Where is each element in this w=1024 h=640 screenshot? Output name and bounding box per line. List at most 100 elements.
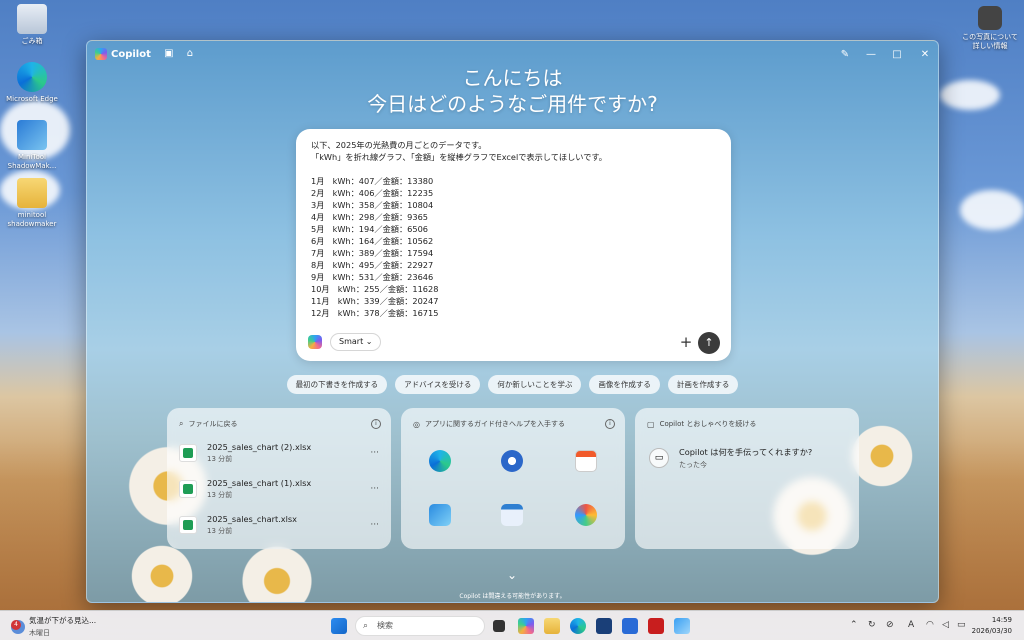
greeting-title: こんにちは	[462, 66, 563, 90]
card-title: Copilot とおしゃべりを続ける	[659, 420, 757, 428]
photo-info-line2: 詳しい情報	[972, 42, 1008, 50]
message-line: 4月 kWh：298／金額：9365	[311, 212, 429, 222]
more-options-icon[interactable]: ···	[370, 448, 379, 458]
minitool-taskbar-icon[interactable]	[622, 618, 638, 634]
chat-icon: ▭	[649, 448, 669, 468]
chip-image[interactable]: 画像を作成する	[589, 375, 660, 394]
scroll-down-chevron-icon[interactable]: ⌄	[507, 568, 517, 582]
add-attachment-button[interactable]: +	[677, 333, 695, 351]
chip-learn[interactable]: 何か新しいことを学ぶ	[488, 375, 582, 394]
suggestion-chips: 最初の下書きを作成する アドバイスを受ける 何か新しいことを学ぶ 画像を作成する…	[87, 375, 938, 394]
chevron-down-icon: ⌄	[365, 337, 373, 346]
message-line: 8月 kWh：495／金額：22927	[311, 260, 434, 270]
sync-icon[interactable]: ↻	[868, 620, 876, 630]
file-item[interactable]: 2025_sales_chart.xlsx 13 分前 ···	[179, 510, 379, 540]
excel-file-icon	[179, 444, 197, 462]
message-line: 以下、2025年の光熱費の月ごとのデータです。	[311, 140, 487, 150]
file-item[interactable]: 2025_sales_chart (2).xlsx 13 分前 ···	[179, 438, 379, 468]
store-taskbar-icon[interactable]	[596, 618, 612, 634]
file-time: 13 分前	[207, 527, 233, 535]
app-name: Copilot	[111, 48, 151, 60]
card-header: ◎ アプリに関するガイド付きヘルプを入手する i	[413, 419, 615, 429]
desktop-icon-label: MiniTool ShadowMak...	[7, 153, 57, 170]
message-input[interactable]: 以下、2025年の光熱費の月ごとのデータです。「kWh」を折れ線グラフ、「金額」…	[311, 139, 717, 319]
desktop-icon-label: ごみ箱	[21, 37, 43, 45]
photos-icon[interactable]	[429, 504, 451, 526]
app-taskbar-icon[interactable]	[674, 618, 690, 634]
sidebar-toggle-icon[interactable]: ▣	[163, 48, 175, 60]
message-line	[311, 163, 717, 175]
info-icon[interactable]: i	[371, 419, 381, 429]
message-line: 「kWh」を折れ線グラフ、「金額」を縦棒グラフでExcelで表示してほしいです。	[311, 152, 607, 162]
card-header: ▢ Copilot とおしゃべりを続ける	[647, 419, 849, 429]
desktop-icon-recycle-bin[interactable]: ごみ箱	[0, 4, 64, 46]
maximize-button[interactable]: □	[884, 41, 910, 67]
desktop-icon-photo-info[interactable]: この写真について 詳しい情報	[958, 6, 1022, 51]
task-view-icon[interactable]	[493, 620, 505, 632]
send-button[interactable]: ↑	[698, 332, 720, 354]
taskbar-search[interactable]: ⌕ 検索	[355, 616, 485, 636]
new-chat-icon[interactable]: ✎	[832, 41, 858, 67]
network-off-icon[interactable]: ⊘	[886, 620, 894, 630]
copilot-logo-icon	[95, 48, 107, 60]
desktop-icon-label: Microsoft Edge	[6, 95, 58, 103]
mode-selector[interactable]: Smart ⌄	[330, 333, 382, 351]
photo-info-line1: この写真について	[962, 33, 1018, 41]
notification-badge: 4	[11, 619, 21, 630]
volume-icon[interactable]: ◁	[942, 620, 949, 630]
paint-icon[interactable]	[575, 504, 597, 526]
home-icon[interactable]: ⌂	[184, 48, 196, 60]
edge-taskbar-icon[interactable]	[570, 618, 586, 634]
file-explorer-icon[interactable]	[544, 618, 560, 634]
message-line: 12月 kWh：378／金額：16715	[311, 308, 439, 318]
copilot-icon	[308, 335, 322, 349]
start-button[interactable]	[331, 618, 347, 634]
battery-icon[interactable]: ▭	[957, 620, 966, 630]
search-icon: ⌕	[363, 621, 369, 631]
desktop-icon-minitool-shortcut[interactable]: MiniTool ShadowMak...	[0, 120, 64, 171]
file-time: 13 分前	[207, 491, 233, 499]
message-line: 1月 kWh：407／金額：13380	[311, 176, 434, 186]
copilot-window: Copilot ▣ ⌂ ✎ — □ ✕ こんにちは 今日はどのようなご用件ですか…	[86, 40, 939, 603]
mode-label: Smart	[339, 337, 364, 346]
notepad-icon[interactable]	[501, 504, 523, 526]
title-bar: Copilot ▣ ⌂	[87, 41, 938, 67]
weather-day: 木曜日	[29, 629, 50, 637]
file-name: 2025_sales_chart (1).xlsx	[207, 478, 312, 488]
chip-draft[interactable]: 最初の下書きを作成する	[286, 375, 388, 394]
close-button[interactable]: ✕	[912, 41, 938, 67]
store-icon[interactable]	[575, 450, 597, 472]
more-options-icon[interactable]: ···	[370, 484, 379, 494]
wifi-icon[interactable]: ◠	[926, 620, 934, 630]
card-header: ⌕ ファイルに戻る i	[179, 419, 381, 429]
message-composer[interactable]: 以下、2025年の光熱費の月ごとのデータです。「kWh」を折れ線グラフ、「金額」…	[296, 129, 731, 361]
camera-icon	[978, 6, 1002, 30]
copilot-taskbar-icon[interactable]	[518, 618, 534, 634]
recent-files-card: ⌕ ファイルに戻る i 2025_sales_chart (2).xlsx 13…	[167, 408, 391, 549]
weather-icon: 4	[11, 619, 25, 634]
file-name: 2025_sales_chart.xlsx	[207, 514, 298, 524]
chat-time: たった今	[679, 461, 707, 469]
app-help-card: ◎ アプリに関するガイド付きヘルプを入手する i	[401, 408, 625, 549]
chevron-up-icon[interactable]: ⌃	[850, 620, 858, 630]
clock[interactable]: 14:59 2026/03/30	[972, 615, 1012, 637]
settings-gear-icon[interactable]	[501, 450, 523, 472]
recycle-bin-icon	[17, 4, 47, 34]
ime-indicator[interactable]: A	[908, 620, 914, 630]
more-options-icon[interactable]: ···	[370, 520, 379, 530]
mcafee-icon[interactable]	[648, 618, 664, 634]
greeting-subtitle: 今日はどのようなご用件ですか?	[367, 92, 658, 116]
recent-chat-item[interactable]: ▭ Copilot は何を手伝ってくれますか? たった今	[649, 444, 845, 472]
desktop-icon-edge[interactable]: Microsoft Edge	[0, 62, 64, 104]
chip-advice[interactable]: アドバイスを受ける	[395, 375, 481, 394]
edge-app-icon[interactable]	[429, 450, 451, 472]
minimize-button[interactable]: —	[858, 41, 884, 67]
info-icon[interactable]: i	[605, 419, 615, 429]
desktop-icon-minitool-folder[interactable]: minitool shadowmaker	[0, 178, 64, 229]
weather-widget[interactable]: 4 気温が下がる見込... 木曜日	[11, 615, 96, 638]
file-item[interactable]: 2025_sales_chart (1).xlsx 13 分前 ···	[179, 474, 379, 504]
message-line: 7月 kWh：389／金額：17594	[311, 248, 434, 258]
chip-plan[interactable]: 計画を作成する	[667, 375, 739, 394]
attach-icon: ⌕	[179, 419, 184, 428]
clock-date: 2026/03/30	[971, 627, 1012, 635]
